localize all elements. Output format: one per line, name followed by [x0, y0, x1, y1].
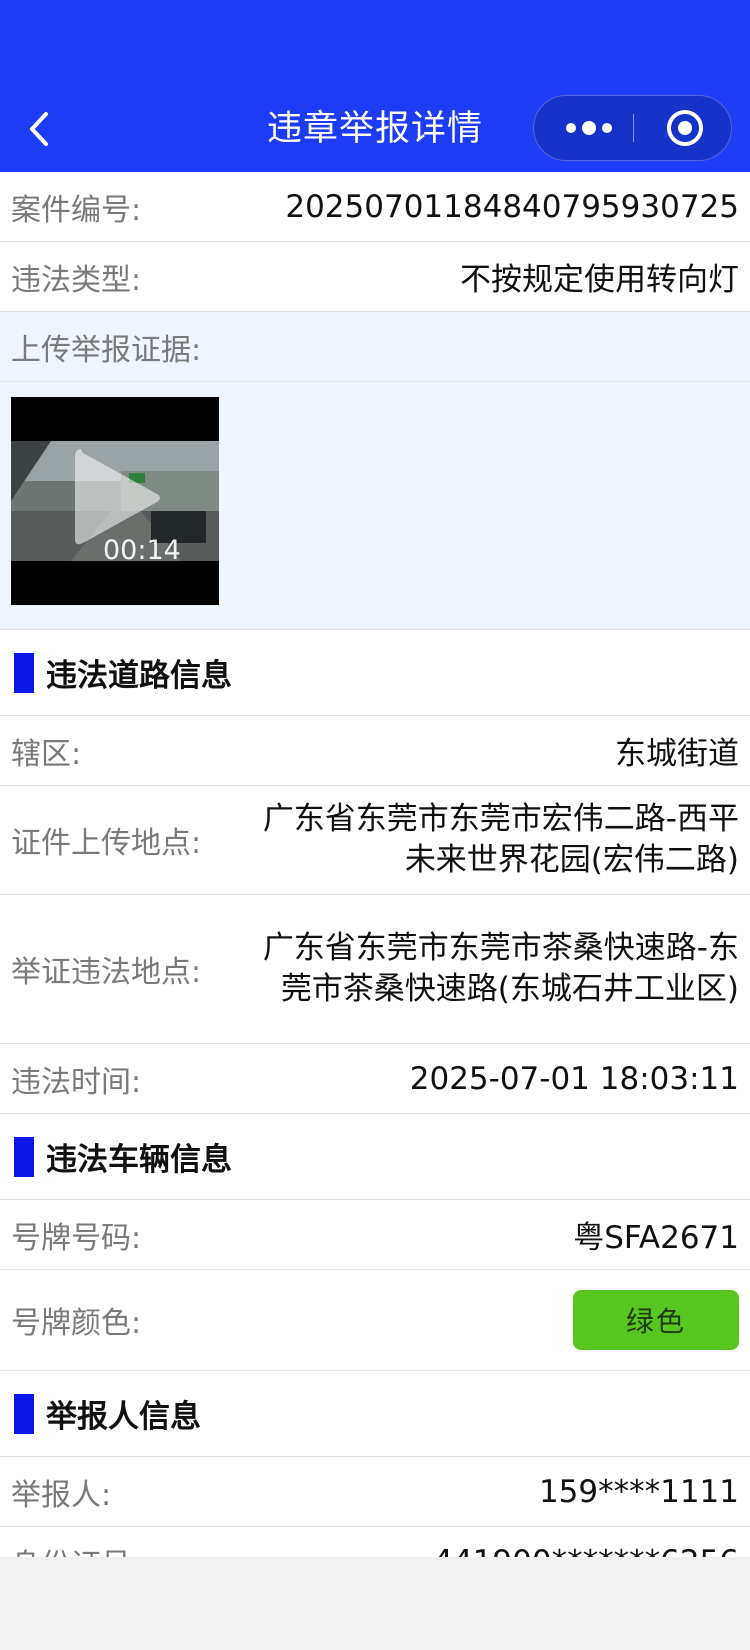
- upload-location-value: 广东省东莞市东莞市宏伟二路-西平未来世界花园(宏伟二路): [262, 801, 739, 878]
- reporter-label: 举报人:: [11, 1477, 112, 1513]
- vehicle-info-section-header: 违法车辆信息: [0, 1114, 750, 1200]
- violation-location-value: 广东省东莞市东莞市茶桑快速路-东莞市茶桑快速路(东城石井工业区): [262, 930, 739, 1007]
- district-row: 辖区: 东城街道: [0, 716, 750, 786]
- id-number-row: 身份证号: 441900*******6256: [0, 1527, 750, 1558]
- plate-color-badge: 绿色: [573, 1290, 739, 1350]
- title-bar: 违章举报详情: [0, 0, 750, 172]
- capsule-divider: [633, 114, 634, 142]
- case-number-label: 案件编号:: [11, 192, 142, 228]
- section-accent-bar: [14, 1136, 34, 1177]
- close-button[interactable]: [652, 96, 718, 160]
- violation-type-value: 不按规定使用转向灯: [460, 262, 739, 298]
- violation-time-value: 2025-07-01 18:03:11: [409, 1060, 739, 1097]
- upload-location-label: 证件上传地点:: [11, 826, 202, 861]
- violation-location-label: 举证违法地点:: [11, 955, 202, 990]
- reporter-info-section-header: 举报人信息: [0, 1371, 750, 1457]
- more-button[interactable]: [554, 96, 624, 160]
- evidence-label-row: 上传举报证据:: [0, 312, 750, 382]
- reporter-value: 159****1111: [538, 1473, 739, 1510]
- mini-program-capsule: [533, 95, 732, 161]
- evidence-video-thumbnail[interactable]: 00:14: [11, 397, 219, 605]
- detail-content[interactable]: 案件编号: 20250701184840795930725 违法类型: 不按规定…: [0, 172, 750, 1557]
- evidence-area: 00:14: [0, 382, 750, 630]
- plate-number-row: 号牌号码: 粤SFA2671: [0, 1200, 750, 1270]
- section-accent-bar: [14, 652, 34, 693]
- bottom-safe-area: [0, 1557, 750, 1650]
- upload-location-row: 证件上传地点: 广东省东莞市东莞市宏伟二路-西平未来世界花园(宏伟二路): [0, 786, 750, 895]
- plate-color-label: 号牌颜色:: [11, 1306, 142, 1341]
- district-value: 东城街道: [615, 736, 739, 772]
- violation-time-label: 违法时间:: [11, 1064, 142, 1100]
- reporter-info-title: 举报人信息: [46, 1399, 201, 1435]
- district-label: 辖区:: [11, 736, 82, 772]
- case-number-value: 20250701184840795930725: [285, 188, 739, 225]
- section-accent-bar: [14, 1393, 34, 1434]
- plate-color-row: 号牌颜色: 绿色: [0, 1270, 750, 1371]
- vehicle-info-title: 违法车辆信息: [46, 1142, 232, 1178]
- evidence-label: 上传举报证据:: [11, 332, 202, 368]
- target-close-icon: [667, 110, 703, 146]
- violation-location-row: 举证违法地点: 广东省东莞市东莞市茶桑快速路-东莞市茶桑快速路(东城石井工业区): [0, 895, 750, 1044]
- road-info-section-header: 违法道路信息: [0, 630, 750, 716]
- reporter-row: 举报人: 159****1111: [0, 1457, 750, 1527]
- id-number-label: 身份证号:: [11, 1540, 141, 1558]
- violation-type-row: 违法类型: 不按规定使用转向灯: [0, 242, 750, 312]
- plate-number-value: 粤SFA2671: [573, 1220, 739, 1256]
- more-dots-icon: [566, 121, 612, 135]
- video-duration: 00:14: [103, 535, 181, 566]
- road-info-title: 违法道路信息: [46, 658, 232, 694]
- violation-type-label: 违法类型:: [11, 262, 142, 298]
- id-number-value: 441900*******6256: [433, 1544, 739, 1558]
- plate-number-label: 号牌号码:: [11, 1220, 142, 1256]
- violation-time-row: 违法时间: 2025-07-01 18:03:11: [0, 1044, 750, 1114]
- case-number-row: 案件编号: 20250701184840795930725: [0, 172, 750, 242]
